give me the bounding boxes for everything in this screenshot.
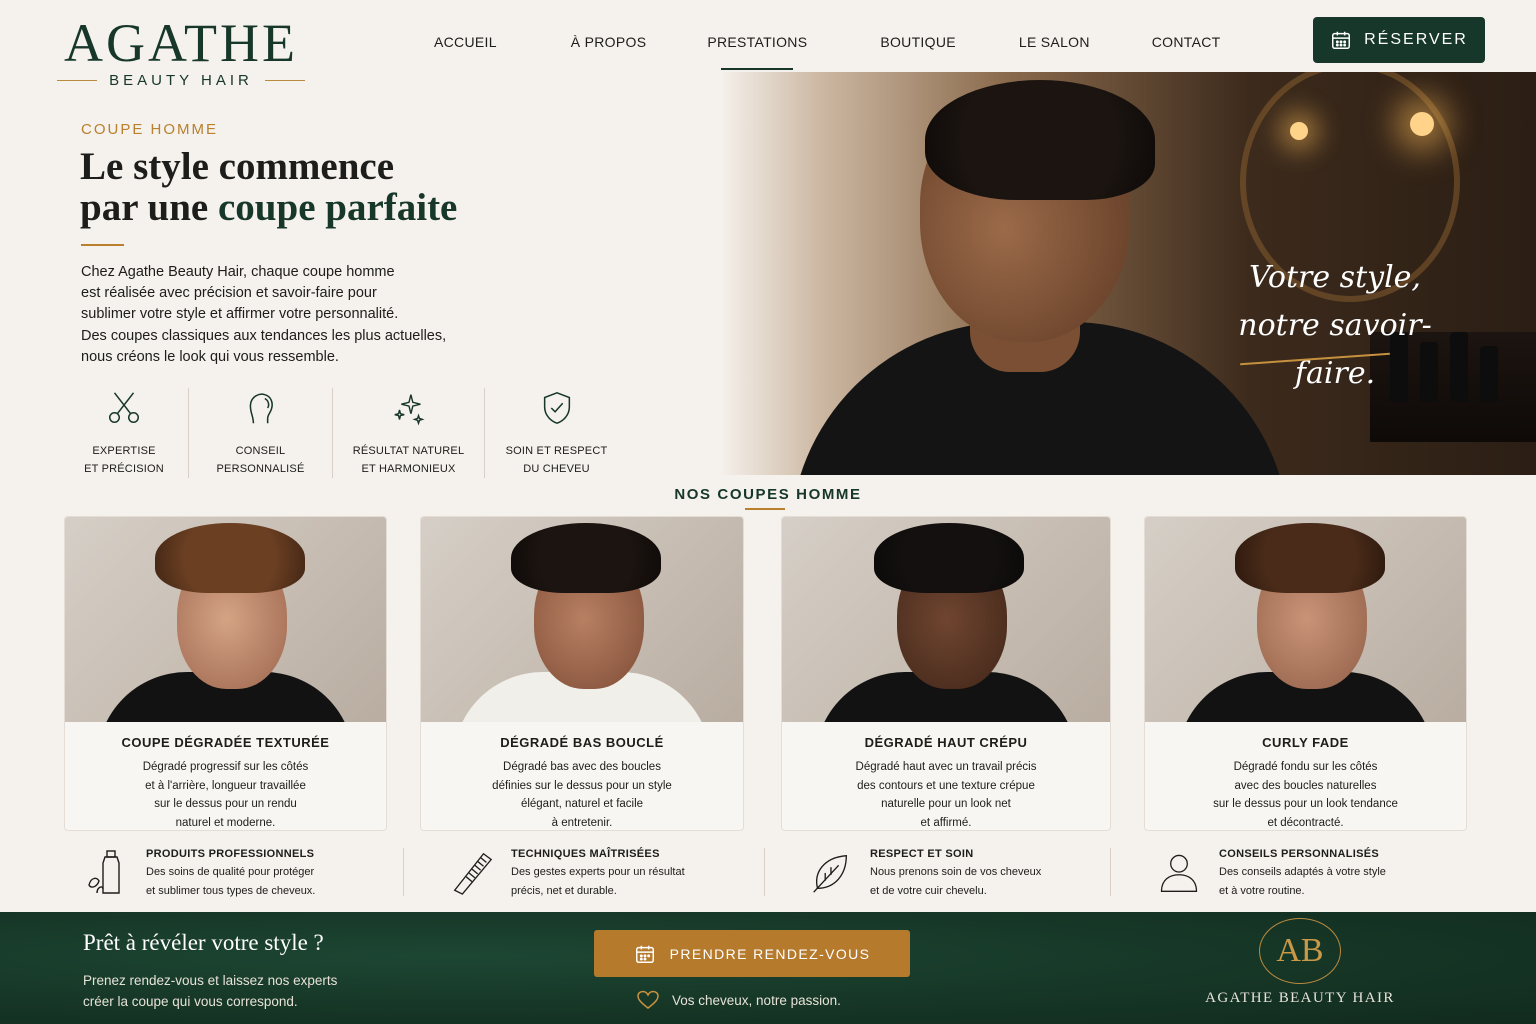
benefit-techniques: TECHNIQUES MAÎTRISÉES Des gestes experts… bbox=[441, 840, 685, 904]
benefit-description: Des gestes experts pour un résultat préc… bbox=[511, 866, 685, 897]
lamp-light bbox=[1410, 112, 1434, 136]
benefit-title: RESPECT ET SOIN bbox=[870, 848, 974, 860]
cut-description: Dégradé haut avec un travail précis des … bbox=[855, 761, 1037, 830]
lamp-light bbox=[1290, 122, 1308, 140]
footer-logo[interactable]: AB AGATHE BEAUTY HAIR bbox=[1195, 918, 1405, 1007]
brand-logo[interactable]: AGATHE BEAUTY HAIR bbox=[40, 14, 322, 89]
feature-list: EXPERTISE ET PRÉCISION CONSEIL PERSONNAL… bbox=[60, 388, 628, 478]
cut-description: Dégradé bas avec des boucles définies su… bbox=[492, 761, 672, 830]
logo-divider bbox=[264, 80, 305, 81]
hero-script-quote: Votre style, notre savoir-faire. bbox=[1238, 260, 1432, 391]
main-nav: ACCUEIL À PROPOS PRESTATIONS BOUTIQUE LE… bbox=[434, 34, 1221, 70]
leaf-icon bbox=[813, 854, 847, 893]
user-icon bbox=[1160, 854, 1198, 892]
benefit-title: TECHNIQUES MAÎTRISÉES bbox=[511, 848, 660, 860]
nav-item-boutique[interactable]: BOUTIQUE bbox=[880, 34, 956, 56]
benefit-description: Nous prenons soin de vos cheveux et de v… bbox=[870, 866, 1042, 897]
hero-title: Le style commence par une coupe parfaite bbox=[80, 145, 458, 229]
benefit-description: Des soins de qualité pour protéger et su… bbox=[146, 866, 316, 897]
comb-icon bbox=[453, 852, 493, 895]
benefit-divider bbox=[764, 848, 765, 896]
brand-tagline: BEAUTY HAIR bbox=[109, 72, 253, 89]
model-hair bbox=[925, 80, 1155, 200]
cut-photo bbox=[1145, 517, 1466, 722]
nav-item-le-salon[interactable]: LE SALON bbox=[1019, 34, 1090, 56]
benefit-description: Des conseils adaptés à votre style et à … bbox=[1219, 866, 1386, 897]
product-bottle-icon bbox=[88, 850, 120, 894]
cut-title: COUPE DÉGRADÉE TEXTURÉE bbox=[121, 735, 330, 750]
cut-title: DÉGRADÉ BAS BOUCLÉ bbox=[500, 735, 664, 750]
benefits-row: PRODUITS PROFESSIONNELS Des soins de qua… bbox=[76, 840, 1476, 904]
feature-resultat: RÉSULTAT NATUREL ET HARMONIEUX bbox=[332, 388, 484, 478]
calendar-icon bbox=[635, 945, 654, 963]
cut-card[interactable]: CURLY FADE Dégradé fondu sur les côtés a… bbox=[1144, 516, 1467, 831]
section-rule bbox=[745, 508, 785, 510]
monogram: AB bbox=[1259, 918, 1341, 984]
nav-item-accueil[interactable]: ACCUEIL bbox=[434, 34, 497, 56]
cut-card[interactable]: DÉGRADÉ HAUT CRÉPU Dégradé haut avec un … bbox=[781, 516, 1111, 831]
brand-name: AGATHE bbox=[64, 13, 298, 73]
cut-photo bbox=[421, 517, 743, 722]
head-profile-icon bbox=[249, 393, 273, 424]
calendar-icon bbox=[1332, 31, 1351, 49]
cta-title: Prêt à révéler votre style ? bbox=[83, 930, 324, 955]
hero-description: Chez Agathe Beauty Hair, chaque coupe ho… bbox=[81, 264, 447, 365]
cut-card[interactable]: COUPE DÉGRADÉE TEXTURÉE Dégradé progress… bbox=[64, 516, 387, 831]
shield-check-icon bbox=[543, 391, 570, 425]
book-appointment-label: PRENDRE RENDEZ-VOUS bbox=[669, 945, 871, 962]
nav-item-prestations[interactable]: PRESTATIONS bbox=[707, 34, 807, 70]
section-title: NOS COUPES HOMME bbox=[674, 486, 862, 503]
heart-icon bbox=[637, 990, 659, 1009]
benefit-produits: PRODUITS PROFESSIONNELS Des soins de qua… bbox=[76, 840, 315, 904]
scissors-icon bbox=[108, 392, 140, 424]
benefit-divider bbox=[1110, 848, 1111, 896]
cut-description: Dégradé fondu sur les côtés avec des bou… bbox=[1213, 761, 1398, 830]
feature-expertise: EXPERTISE ET PRÉCISION bbox=[60, 388, 188, 478]
feature-conseil: CONSEIL PERSONNALISÉ bbox=[188, 388, 332, 478]
reserve-button[interactable]: RÉSERVER bbox=[1313, 17, 1485, 63]
book-appointment-button[interactable]: PRENDRE RENDEZ-VOUS bbox=[594, 930, 910, 977]
cta-text: Prenez rendez-vous et laissez nos expert… bbox=[83, 973, 338, 1009]
sparkles-icon bbox=[394, 394, 425, 426]
footer-brand-name: AGATHE BEAUTY HAIR bbox=[1205, 990, 1395, 1006]
cut-description: Dégradé progressif sur les côtés et à l'… bbox=[142, 761, 309, 830]
nav-item-a-propos[interactable]: À PROPOS bbox=[571, 34, 647, 56]
cta-passion: Vos cheveux, notre passion. bbox=[636, 990, 841, 1010]
title-rule bbox=[81, 244, 124, 246]
hero-eyebrow: COUPE HOMME bbox=[81, 121, 219, 138]
benefit-conseils: CONSEILS PERSONNALISÉS Des conseils adap… bbox=[1149, 840, 1386, 904]
benefit-title: CONSEILS PERSONNALISÉS bbox=[1219, 848, 1380, 860]
nav-item-contact[interactable]: CONTACT bbox=[1152, 34, 1221, 56]
logo-divider bbox=[57, 80, 98, 81]
cut-photo bbox=[65, 517, 386, 722]
feature-soin: SOIN ET RESPECT DU CHEVEU bbox=[484, 388, 628, 478]
cut-card[interactable]: DÉGRADÉ BAS BOUCLÉ Dégradé bas avec des … bbox=[420, 516, 744, 831]
benefit-title: PRODUITS PROFESSIONNELS bbox=[146, 848, 315, 860]
benefit-respect: RESPECT ET SOIN Nous prenons soin de vos… bbox=[800, 840, 1041, 904]
reserve-button-label: RÉSERVER bbox=[1364, 31, 1468, 48]
cta-banner: Prêt à révéler votre style ? Prenez rend… bbox=[0, 912, 1536, 1024]
cut-photo bbox=[782, 517, 1110, 722]
cut-title: DÉGRADÉ HAUT CRÉPU bbox=[864, 735, 1028, 750]
cut-title: CURLY FADE bbox=[1262, 735, 1349, 750]
benefit-divider bbox=[403, 848, 404, 896]
